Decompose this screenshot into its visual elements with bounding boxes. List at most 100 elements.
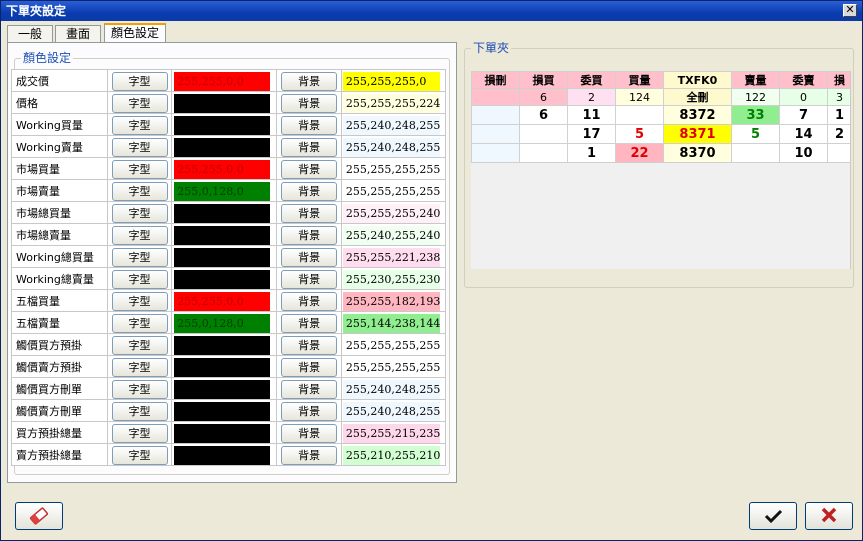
ladder-cell[interactable]: 17 [567,124,616,144]
ladder-cell[interactable]: 33 [731,105,780,125]
color-item-name: Working賣量 [11,135,108,158]
ladder-cell[interactable]: 5 [731,124,780,144]
header-row: 損刪 損買 委買 買量 TXFK0 賣量 委賣損 [471,71,850,89]
font-color-swatch: 255,255,0,0 [174,71,271,91]
background-color-button[interactable]: 背景 [281,423,338,443]
font-color-button[interactable]: 字型 [111,93,168,113]
font-color-button[interactable]: 字型 [111,445,168,465]
ladder-cell[interactable]: 8371 [663,124,732,144]
ladder-cell[interactable] [731,143,780,163]
delete-all-button[interactable]: 全刪 [663,88,732,106]
font-color-button[interactable]: 字型 [111,335,168,355]
color-item-name: 成交價 [11,69,108,92]
title-bar: 下單夾設定 ✕ [1,1,862,21]
font-color-button[interactable]: 字型 [111,71,168,91]
ladder-cell[interactable]: 7 [779,105,828,125]
font-color-button[interactable]: 字型 [111,401,168,421]
close-button[interactable]: ✕ [843,4,857,17]
background-color-button[interactable]: 背景 [281,203,338,223]
color-row: Working總買量 字型 背景 255,255,221,238 [11,245,447,268]
font-cell: 字型 [106,157,173,180]
tab-general[interactable]: 一般 [7,25,53,42]
font-color-button[interactable]: 字型 [111,115,168,135]
column-header[interactable]: TXFK0 [663,71,732,89]
font-swatch-cell: 255,0,128,0 [171,311,278,334]
ladder-cell[interactable]: 11 [567,105,616,125]
color-row: 買方預掛總量 字型 背景 255,255,215,235 [11,421,447,444]
background-color-button[interactable]: 背景 [281,137,338,157]
color-item-name: 賣方預掛總量 [11,443,108,466]
color-row: Working總賣量 字型 背景 255,230,255,230 [11,267,447,290]
font-color-button[interactable]: 字型 [111,159,168,179]
ladder-cell[interactable]: 14 [779,124,828,144]
bg-cell: 背景 [276,157,342,180]
font-color-button[interactable]: 字型 [111,313,168,333]
font-color-button[interactable]: 字型 [111,181,168,201]
group-title: 顏色設定 [21,51,74,65]
font-color-button[interactable]: 字型 [111,225,168,245]
ok-button[interactable] [749,502,797,530]
font-color-button[interactable]: 字型 [111,269,168,289]
font-color-button[interactable]: 字型 [111,423,168,443]
tab-color-settings[interactable]: 顏色設定 [104,23,166,43]
column-header[interactable]: 損刪 [471,71,520,89]
ladder-cell[interactable] [519,143,568,163]
background-color-button[interactable]: 背景 [281,379,338,399]
ladder-cell[interactable] [519,124,568,144]
ladder-cell[interactable] [471,124,520,144]
ladder-cell[interactable]: 8372 [663,105,732,125]
background-color-button[interactable]: 背景 [281,247,338,267]
ladder-cell[interactable]: 10 [779,143,828,163]
ladder-cell[interactable]: 2 [827,124,850,144]
background-color-button[interactable]: 背景 [281,93,338,113]
bg-cell: 背景 [276,113,342,136]
font-color-button[interactable]: 字型 [111,247,168,267]
column-header[interactable]: 委賣 [779,71,828,89]
bg-cell: 背景 [276,267,342,290]
reset-button[interactable] [15,502,63,530]
font-color-swatch: 255,255,0,0 [174,159,271,179]
background-color-button[interactable]: 背景 [281,313,338,333]
font-cell: 字型 [106,223,173,246]
ladder-cell[interactable]: 22 [615,143,664,163]
bg-value-cell: 255,240,248,255 [340,377,447,400]
background-color-button[interactable]: 背景 [281,225,338,245]
font-swatch-cell [171,421,278,444]
column-header[interactable]: 損買 [519,71,568,89]
background-color-button[interactable]: 背景 [281,357,338,377]
font-color-button[interactable]: 字型 [111,291,168,311]
ladder-cell[interactable]: 8370 [663,143,732,163]
cancel-button[interactable] [805,502,853,530]
background-color-button[interactable]: 背景 [281,335,338,355]
ladder-cell[interactable]: 6 [519,105,568,125]
column-header[interactable]: 買量 [615,71,664,89]
bg-value-cell: 255,255,255,255 [340,333,447,356]
column-header[interactable]: 賣量 [731,71,780,89]
ladder-cell[interactable] [471,105,520,125]
font-color-button[interactable]: 字型 [111,357,168,377]
background-color-button[interactable]: 背景 [281,291,338,311]
ladder-cell[interactable]: 1 [827,105,850,125]
column-header[interactable]: 委買 [567,71,616,89]
ladder-cell[interactable] [827,143,850,163]
background-color-button[interactable]: 背景 [281,115,338,135]
background-color-button[interactable]: 背景 [281,181,338,201]
font-color-button[interactable]: 字型 [111,137,168,157]
background-color-button[interactable]: 背景 [281,401,338,421]
font-color-button[interactable]: 字型 [111,203,168,223]
background-color-button[interactable]: 背景 [281,445,338,465]
column-header[interactable]: 損 [827,71,850,89]
tab-display[interactable]: 畫面 [55,25,101,42]
background-color-button[interactable]: 背景 [281,71,338,91]
background-color-button[interactable]: 背景 [281,269,338,289]
ladder-cell[interactable]: 5 [615,124,664,144]
font-color-button[interactable]: 字型 [111,379,168,399]
background-color-button[interactable]: 背景 [281,159,338,179]
ladder-cell[interactable]: 1 [567,143,616,163]
bg-cell: 背景 [276,91,342,114]
ladder-cell[interactable] [471,143,520,163]
font-swatch-cell [171,377,278,400]
color-item-name: Working買量 [11,113,108,136]
ladder-cell[interactable] [615,105,664,125]
summary-cell: 122 [731,88,780,106]
